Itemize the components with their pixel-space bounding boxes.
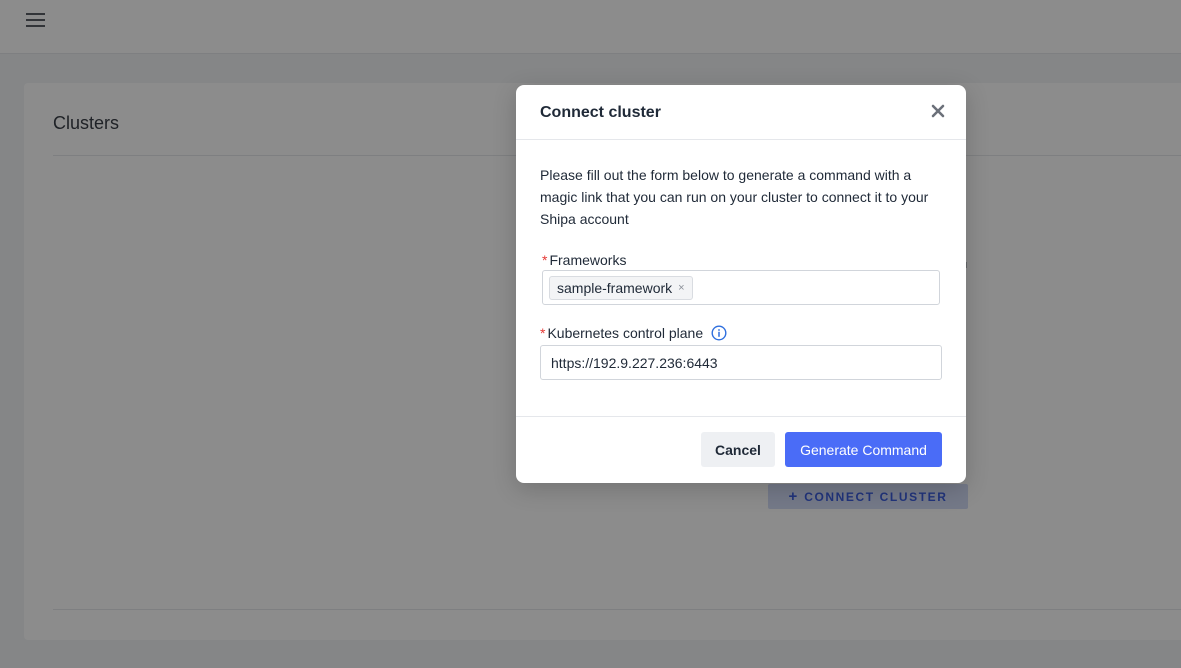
required-mark: * — [542, 252, 548, 268]
required-mark: * — [540, 325, 546, 341]
control-plane-label-text: Kubernetes control plane — [547, 325, 704, 341]
connect-cluster-modal: Connect cluster Please fill out the form… — [516, 85, 966, 483]
control-plane-label: * Kubernetes control plane — [540, 325, 727, 341]
cancel-button[interactable]: Cancel — [701, 432, 775, 467]
control-plane-input[interactable] — [540, 345, 942, 380]
frameworks-select[interactable]: sample-framework × — [542, 270, 940, 305]
frameworks-label-text: Frameworks — [549, 252, 627, 268]
modal-header: Connect cluster — [516, 85, 966, 140]
modal-title: Connect cluster — [540, 104, 661, 121]
frameworks-label: * Frameworks — [542, 252, 626, 268]
generate-command-button[interactable]: Generate Command — [785, 432, 942, 467]
framework-tag: sample-framework × — [549, 276, 693, 300]
info-icon[interactable] — [711, 325, 727, 341]
framework-tag-label: sample-framework — [557, 280, 673, 296]
modal-description: Please fill out the form below to genera… — [540, 167, 929, 227]
close-icon[interactable] — [930, 103, 946, 119]
modal-footer-divider — [516, 416, 966, 417]
remove-tag-icon[interactable]: × — [678, 282, 684, 294]
